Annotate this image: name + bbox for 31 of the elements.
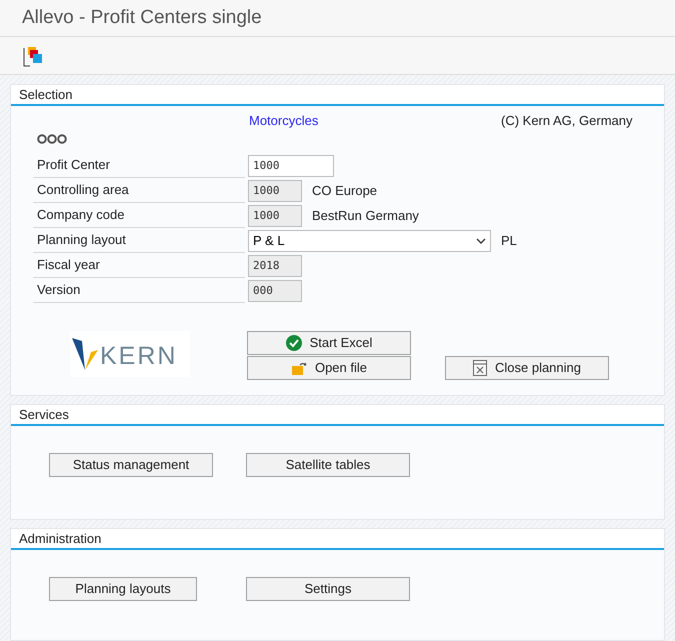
push-button[interactable]: Satellite tables [246, 453, 410, 477]
push-button[interactable]: Open file [247, 356, 411, 380]
push-button[interactable]: Status management [49, 453, 213, 477]
window-title: Allevo - Profit Centers single [0, 0, 675, 37]
layers-icon[interactable] [22, 44, 44, 66]
field-label: Company code [33, 204, 245, 228]
check-icon [286, 335, 302, 351]
push-button[interactable]: Close planning [445, 356, 609, 380]
section-header: Selection [11, 85, 664, 106]
copyright-text: (C) Kern AG, Germany [501, 112, 632, 130]
field-description: CO Europe [312, 182, 378, 200]
kern-logo: KERN [70, 331, 190, 377]
field-label: Fiscal year [33, 254, 245, 278]
section-header: Services [11, 405, 664, 426]
circles-icon [37, 134, 67, 144]
push-button[interactable]: Settings [246, 577, 410, 601]
close-icon [472, 360, 487, 376]
dropdown-field[interactable]: P & L [248, 230, 491, 252]
field-label: Profit Center [33, 154, 245, 178]
section-header: Administration [11, 529, 664, 550]
input-field[interactable]: 1000 [248, 154, 334, 176]
field-description: PL [501, 232, 517, 250]
folder-icon [290, 361, 307, 375]
field-label: Planning layout [33, 228, 245, 252]
push-button[interactable]: Planning layouts [49, 577, 197, 601]
field-label: Controlling area [33, 178, 245, 202]
push-button[interactable]: Start Excel [247, 331, 411, 355]
field-description: BestRun Germany [312, 206, 419, 225]
link[interactable]: Motorcycles [249, 111, 501, 131]
chevron-icon [476, 238, 486, 244]
field-label: Version [33, 278, 245, 302]
